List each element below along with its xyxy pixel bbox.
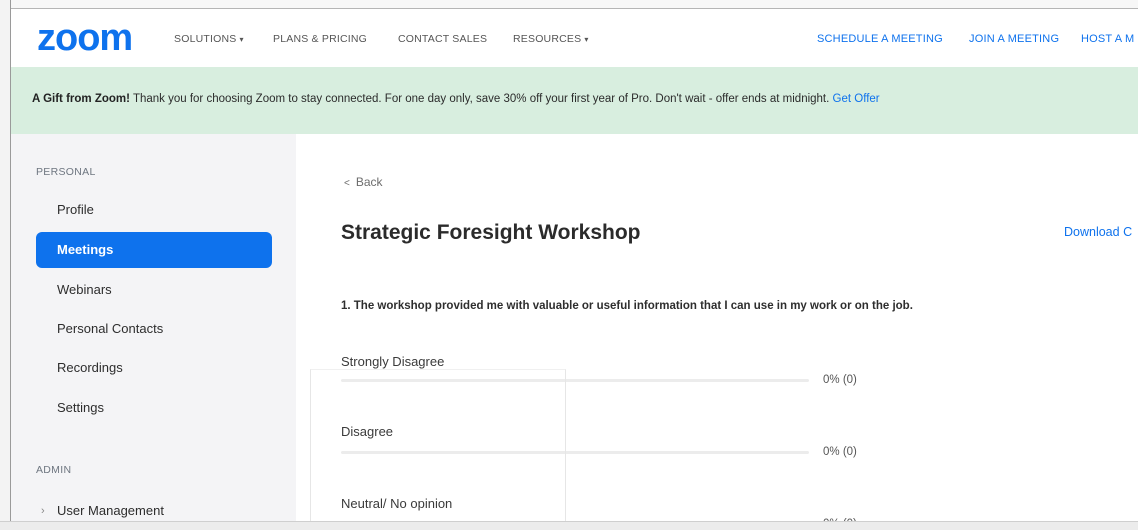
nav-resources-label: RESOURCES	[513, 33, 582, 45]
back-link[interactable]: < Back	[344, 175, 383, 189]
sidebar-item-personal-contacts[interactable]: Personal Contacts	[36, 311, 272, 347]
sidebar-item-profile[interactable]: Profile	[36, 192, 272, 228]
nav-resources[interactable]: RESOURCES ▾	[513, 33, 589, 45]
promo-banner-message: Thank you for choosing Zoom to stay conn…	[129, 93, 833, 105]
back-link-label: Back	[355, 175, 383, 189]
sidebar-item-recordings[interactable]: Recordings	[36, 350, 272, 386]
top-navigation: zoom SOLUTIONS ▾ PLANS & PRICING CONTACT …	[11, 9, 1138, 67]
zoom-logo-text: zoom	[37, 21, 132, 57]
nav-solutions[interactable]: SOLUTIONS ▾	[174, 33, 244, 45]
sidebar-item-meetings[interactable]: Meetings	[36, 232, 272, 268]
window-frame-left	[0, 0, 11, 529]
sidebar: PERSONAL Profile Meetings Webinars Perso…	[11, 134, 296, 521]
answer-label: Strongly Disagree	[341, 354, 445, 369]
question-text: 1. The workshop provided me with valuabl…	[341, 300, 913, 312]
sidebar-item-label: Meetings	[57, 242, 114, 257]
sidebar-heading-personal: PERSONAL	[36, 166, 96, 178]
window-frame-top	[10, 0, 1138, 9]
host-meeting-link[interactable]: HOST A M	[1081, 33, 1134, 45]
caret-down-icon: ▾	[584, 35, 589, 44]
schedule-meeting-link[interactable]: SCHEDULE A MEETING	[817, 33, 943, 45]
caret-down-icon: ▾	[239, 35, 244, 44]
download-link[interactable]: Download C	[1064, 225, 1132, 239]
overlay-shadow-panel	[310, 369, 566, 530]
sidebar-item-webinars[interactable]: Webinars	[36, 272, 272, 308]
nav-solutions-label: SOLUTIONS	[174, 33, 237, 45]
nav-contact-sales[interactable]: CONTACT SALES	[398, 33, 487, 45]
main-content: < Back Strategic Foresight Workshop Downl…	[296, 134, 1138, 530]
sidebar-item-label: Webinars	[57, 282, 112, 297]
promo-banner: A Gift from Zoom! Thank you for choosing…	[11, 67, 1138, 134]
sidebar-item-settings[interactable]: Settings	[36, 390, 272, 426]
sidebar-item-label: Profile	[57, 202, 94, 217]
page-title: Strategic Foresight Workshop	[341, 221, 641, 244]
promo-banner-title: A Gift from Zoom!	[32, 93, 130, 105]
sidebar-item-label: Recordings	[57, 360, 123, 375]
sidebar-item-label: Personal Contacts	[57, 321, 164, 336]
join-meeting-link[interactable]: JOIN A MEETING	[969, 33, 1059, 45]
get-offer-link[interactable]: Get Offer	[833, 93, 880, 105]
zoom-logo[interactable]: zoom	[37, 21, 149, 57]
chevron-left-icon: <	[344, 178, 350, 189]
sidebar-heading-admin: ADMIN	[36, 464, 72, 476]
promo-banner-text: A Gift from Zoom! Thank you for choosing…	[32, 93, 880, 105]
answer-percent: 0% (0)	[823, 446, 857, 458]
sidebar-item-label: Settings	[57, 400, 104, 415]
nav-plans-pricing[interactable]: PLANS & PRICING	[273, 33, 367, 45]
answer-percent: 0% (0)	[823, 374, 857, 386]
